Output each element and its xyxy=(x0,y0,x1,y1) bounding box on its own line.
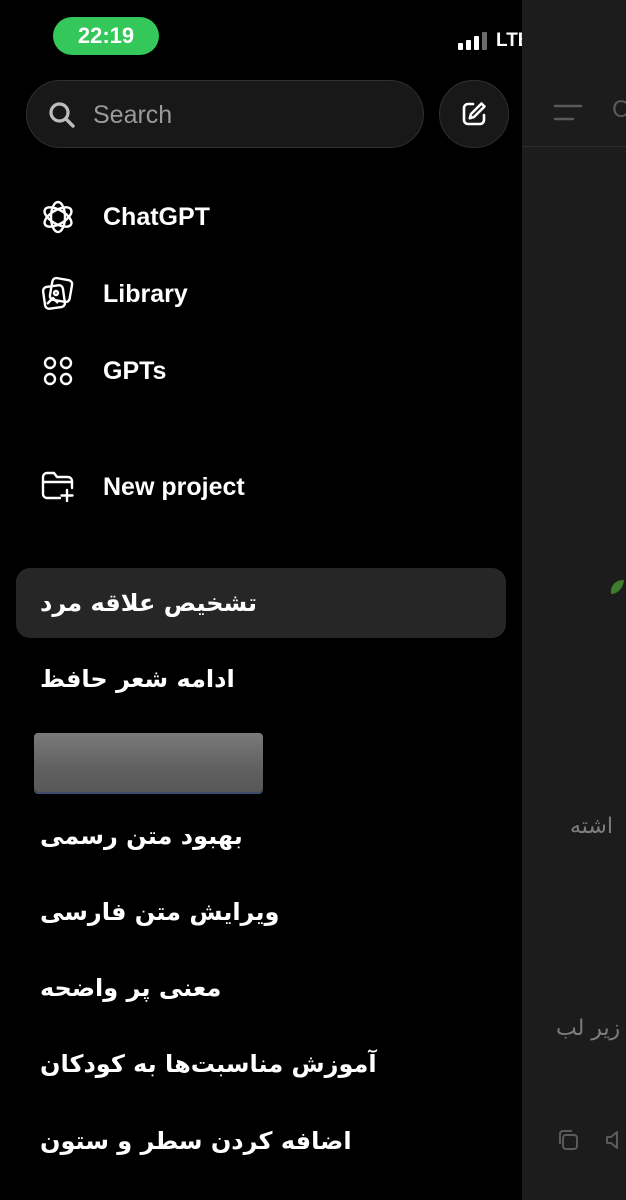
search-icon xyxy=(49,102,75,128)
gpts-grid-icon xyxy=(36,349,80,393)
redacted-chat-item[interactable] xyxy=(34,733,263,792)
chat-item[interactable]: ادامه شعر حافظ xyxy=(16,644,506,714)
chat-item[interactable]: آموزش مناسبت‌ها به کودکان xyxy=(16,1029,506,1099)
main-panel-peek[interactable]: C اشته زیر لب xyxy=(522,0,626,1200)
copy-icon[interactable] xyxy=(556,1128,580,1152)
nav-label-new-project: New project xyxy=(103,472,245,501)
chatgpt-logo-icon xyxy=(36,195,80,239)
search-input[interactable] xyxy=(91,97,415,133)
main-header-title-peek: C xyxy=(612,96,626,123)
main-text-peek-1: اشته xyxy=(570,814,613,839)
nav-label-chatgpt: ChatGPT xyxy=(103,202,210,231)
chat-item-label: بهبود متن رسمی xyxy=(40,822,243,850)
chat-item-label: اضافه کردن سطر و ستون xyxy=(40,1127,352,1155)
chat-item[interactable]: ویرایش متن فارسی xyxy=(16,877,506,947)
chat-item-label: ویرایش متن فارسی xyxy=(40,898,280,926)
main-header-divider xyxy=(522,146,626,147)
nav-item-gpts[interactable]: GPTs xyxy=(36,347,166,395)
sidebar: ChatGPT Library GPTs xyxy=(0,0,522,1200)
nav-label-gpts: GPTs xyxy=(103,356,167,385)
chat-item[interactable]: معنی پر واضحه xyxy=(16,953,506,1023)
speaker-icon[interactable] xyxy=(604,1128,626,1152)
new-project-folder-icon xyxy=(36,465,80,509)
nav-label-library: Library xyxy=(103,279,188,308)
chat-item-label: تشخیص علاقه مرد xyxy=(40,589,257,617)
chat-item-active[interactable]: تشخیص علاقه مرد xyxy=(16,568,506,638)
compose-icon xyxy=(462,102,486,126)
nav-item-chatgpt[interactable]: ChatGPT xyxy=(36,193,210,241)
chat-item-label: آموزش مناسبت‌ها به کودکان xyxy=(40,1050,377,1078)
chat-item[interactable]: بهبود متن رسمی xyxy=(16,801,506,871)
chat-item-label: معنی پر واضحه xyxy=(40,974,222,1002)
new-chat-button[interactable] xyxy=(439,80,509,148)
search-box[interactable] xyxy=(26,80,424,148)
library-icon xyxy=(36,272,80,316)
main-text-peek-2: زیر لب xyxy=(556,1016,621,1041)
menu-icon[interactable] xyxy=(553,103,583,123)
leaf-icon xyxy=(610,580,624,594)
nav-item-new-project[interactable]: New project xyxy=(36,463,245,511)
chat-item-label: ادامه شعر حافظ xyxy=(40,665,235,693)
chat-item[interactable]: اضافه کردن سطر و ستون xyxy=(16,1106,506,1176)
nav-item-library[interactable]: Library xyxy=(36,270,188,318)
